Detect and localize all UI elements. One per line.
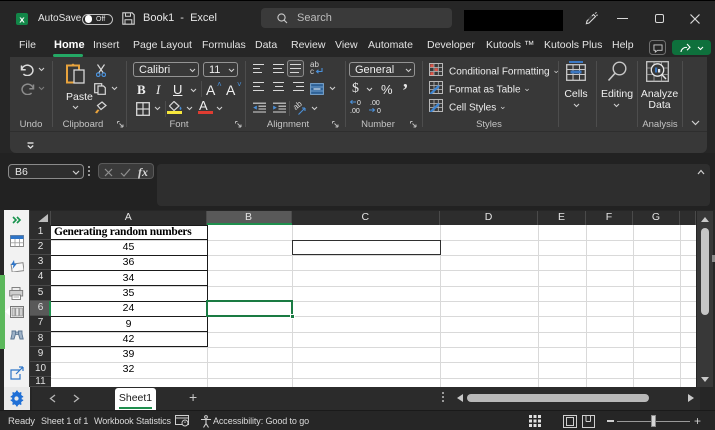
svg-text:0: 0 <box>357 100 361 107</box>
svg-text:0: 0 <box>377 108 381 114</box>
svg-text:x: x <box>19 14 25 25</box>
svg-text:.00: .00 <box>370 100 380 107</box>
svg-text:.00: .00 <box>350 108 360 114</box>
